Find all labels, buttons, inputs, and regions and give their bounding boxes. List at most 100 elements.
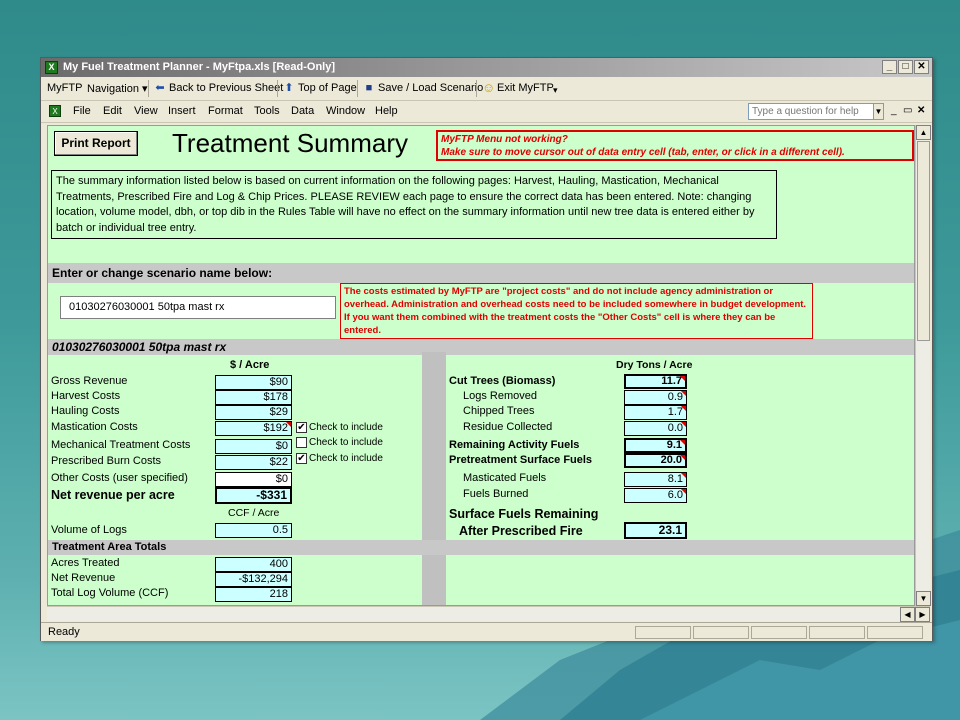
cost-label: Mastication Costs (51, 421, 138, 433)
totals-label: Acres Treated (51, 557, 120, 569)
horizontal-scrollbar[interactable]: ◀ ▶ (47, 606, 930, 622)
status-text: Ready (48, 626, 80, 638)
cost-label: Mechanical Treatment Costs (51, 439, 191, 451)
myftp-toolbar: MyFTP Navigation ▾ ⬅ Back to Previous Sh… (41, 77, 932, 101)
pretreatment-value: 20.0 (624, 453, 687, 468)
totals-label: Total Log Volume (CCF) (51, 587, 169, 599)
navigation-label: Navigation ▾ (87, 83, 148, 95)
surface-remaining-value: 23.1 (624, 522, 687, 539)
menu-file[interactable]: File (73, 105, 91, 117)
myftp-label: MyFTP (47, 82, 83, 94)
harvest-costs-value[interactable]: $178 (215, 390, 292, 405)
sheet-icon[interactable]: X (49, 105, 61, 117)
top-label: Top of Page (298, 82, 357, 94)
summary-info-box: The summary information listed below is … (51, 170, 777, 239)
masticated-value: 8.1 (624, 472, 687, 487)
scroll-down-icon[interactable]: ▼ (916, 591, 931, 606)
menu-window[interactable]: Window (326, 105, 365, 117)
scroll-left-icon[interactable]: ◀ (900, 607, 915, 622)
hauling-costs-value[interactable]: $29 (215, 405, 292, 420)
save-load-button[interactable]: ■ Save / Load Scenario (363, 82, 484, 94)
other-costs-input[interactable]: $0 (215, 472, 292, 487)
top-of-page-button[interactable]: ⬆ Top of Page (283, 82, 357, 94)
smiley-icon: ☺ (482, 80, 496, 95)
help-dropdown-icon[interactable]: ▼ (873, 103, 884, 120)
scroll-thumb[interactable] (917, 141, 930, 341)
up-arrow-icon: ⬆ (284, 82, 294, 94)
exit-label: Exit MyFTP (497, 82, 554, 94)
excel-icon: X (45, 61, 58, 74)
checkbox-label: Check to include (309, 437, 383, 448)
status-cell (693, 626, 749, 639)
maximize-button[interactable]: □ (898, 60, 913, 74)
mastication-include-checkbox[interactable]: ✔ Check to include (296, 422, 383, 433)
residue-label: Residue Collected (463, 421, 553, 433)
volume-value: 0.5 (215, 523, 292, 538)
mastication-costs-value[interactable]: $192 (215, 421, 292, 436)
chipped-trees-label: Chipped Trees (463, 405, 535, 417)
floppy-disk-icon: ■ (365, 82, 373, 94)
cut-trees-label: Cut Trees (Biomass) (449, 375, 556, 387)
column-divider (422, 352, 446, 605)
status-cell (867, 626, 923, 639)
vertical-scrollbar[interactable]: ▲ ▼ (915, 125, 931, 606)
menu-insert[interactable]: Insert (168, 105, 196, 117)
scenario-header: Enter or change scenario name below: (48, 263, 914, 283)
toolbar-options-icon[interactable]: ▾ (553, 85, 558, 96)
menu-format[interactable]: Format (208, 105, 243, 117)
menu-warning-box: MyFTP Menu not working? Make sure to mov… (436, 130, 914, 161)
worksheet: Print Report Treatment Summary MyFTP Men… (47, 125, 915, 606)
back-label: Back to Previous Sheet (169, 82, 284, 94)
cost-label: Harvest Costs (51, 390, 121, 402)
close-button[interactable]: ✕ (914, 60, 929, 74)
menu-view[interactable]: View (134, 105, 158, 117)
workbook-minimize-button[interactable]: _ (891, 105, 897, 116)
menu-help[interactable]: Help (375, 105, 398, 117)
mechanical-costs-value[interactable]: $0 (215, 439, 292, 454)
print-report-button[interactable]: Print Report (54, 131, 138, 156)
totals-header: Treatment Area Totals (48, 540, 914, 555)
navigation-menu[interactable]: Navigation ▾ (87, 82, 148, 95)
net-revenue-value: -$331 (215, 487, 292, 504)
workbook-restore-button[interactable]: ▭ (903, 105, 912, 116)
menu-data[interactable]: Data (291, 105, 314, 117)
cost-header: $ / Acre (230, 359, 270, 371)
cut-trees-value: 11.7 (624, 374, 687, 389)
scenario-name-input[interactable]: 01030276030001 50tpa mast rx (60, 296, 336, 319)
help-search-input[interactable]: Type a question for help (748, 103, 874, 120)
save-load-label: Save / Load Scenario (378, 82, 484, 94)
workbook-close-button[interactable]: ✕ (917, 105, 925, 116)
back-button[interactable]: ⬅ Back to Previous Sheet (154, 82, 283, 94)
masticated-label: Masticated Fuels (463, 472, 547, 484)
menu-edit[interactable]: Edit (103, 105, 122, 117)
after-fire-label: After Prescribed Fire (459, 524, 583, 538)
cost-label: Hauling Costs (51, 405, 120, 417)
residue-value: 0.0 (624, 421, 687, 436)
status-cell (751, 626, 807, 639)
scroll-up-icon[interactable]: ▲ (916, 125, 931, 140)
checkbox-icon: ✔ (296, 422, 307, 433)
burn-include-checkbox[interactable]: ✔ Check to include (296, 453, 383, 464)
gross-revenue-value[interactable]: $90 (215, 375, 292, 390)
checkbox-label: Check to include (309, 422, 383, 433)
exit-button[interactable]: ☺ Exit MyFTP (482, 80, 554, 95)
myftp-menu[interactable]: MyFTP (47, 82, 82, 94)
checkbox-icon: ✔ (296, 453, 307, 464)
net-revenue-label: Net revenue per acre (51, 488, 175, 502)
back-arrow-icon: ⬅ (155, 82, 165, 94)
mechanical-include-checkbox[interactable]: Check to include (296, 437, 383, 448)
chipped-trees-value: 1.7 (624, 405, 687, 420)
minimize-button[interactable]: _ (882, 60, 897, 74)
acres-treated-value: 400 (215, 557, 292, 572)
totals-label: Net Revenue (51, 572, 116, 584)
cost-note-box: The costs estimated by MyFTP are "projec… (340, 283, 813, 339)
menu-tools[interactable]: Tools (254, 105, 280, 117)
log-volume-total-value: 218 (215, 587, 292, 602)
checkbox-icon (296, 437, 307, 448)
window-title: My Fuel Treatment Planner - MyFtpa.xls [… (63, 61, 335, 73)
status-cell (809, 626, 865, 639)
net-revenue-total-value: -$132,294 (215, 572, 292, 587)
warning-line-2: Make sure to move cursor out of data ent… (441, 147, 845, 158)
burn-costs-value[interactable]: $22 (215, 455, 292, 470)
scroll-right-icon[interactable]: ▶ (915, 607, 930, 622)
